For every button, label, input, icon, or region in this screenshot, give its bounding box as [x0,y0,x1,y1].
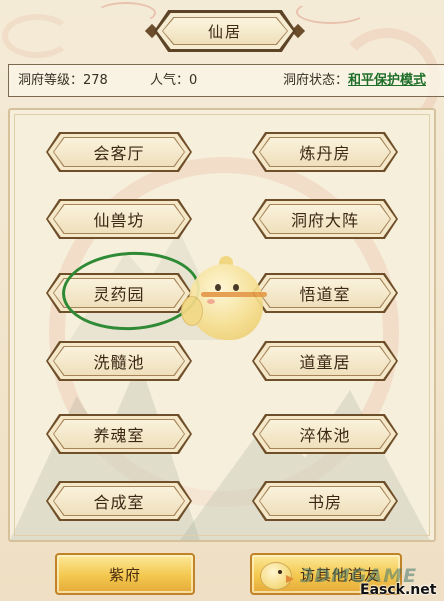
chick-mascot-icon[interactable] [181,253,269,344]
chick-icon-beak [286,575,294,583]
soul-nurturing-room-button[interactable]: 养魂室 [46,414,192,454]
room-label: 合成室 [54,487,184,515]
room-label: 淬体池 [260,420,390,448]
popularity: 人气：0 [150,73,197,89]
acolyte-quarters-button[interactable]: 道童居 [252,341,398,381]
watermark-site: Easck.net [360,582,437,598]
beast-workshop-button[interactable]: 仙兽坊 [46,199,192,239]
synthesis-room-button[interactable]: 合成室 [46,481,192,521]
zifu-button[interactable]: 紫府 [55,553,195,595]
cave-formation-button[interactable]: 洞府大阵 [252,199,398,239]
reception-hall-button[interactable]: 会客厅 [46,132,192,172]
mascot-wing [181,296,203,326]
cave-status: 洞府状态：和平保护模式 [283,73,426,89]
zifu-button-label: 紫府 [108,565,141,584]
room-label: 养魂室 [54,420,184,448]
room-label: 洞府大阵 [260,205,390,233]
study-room-button[interactable]: 书房 [252,481,398,521]
background-swirl [2,14,72,58]
body-tempering-pool-button[interactable]: 淬体池 [252,414,398,454]
mascot-eye [215,284,221,291]
room-label: 道童居 [260,347,390,375]
chick-icon [256,558,296,592]
alchemy-room-button[interactable]: 炼丹房 [252,132,398,172]
popularity-label: 人气： [150,73,190,88]
cave-status-link[interactable]: 和平保护模式 [348,73,426,88]
page-title: 仙居 [207,22,242,41]
room-label: 仙兽坊 [54,205,184,233]
background-swirl [296,0,366,24]
cave-level-label: 洞府等级： [18,73,84,88]
mascot-beak [201,292,267,297]
mascot-cheek [207,299,215,304]
info-bar: 洞府等级：278 人气：0 洞府状态：和平保护模式 [8,64,444,97]
enlightenment-room-button[interactable]: 悟道室 [252,273,398,313]
room-label: 会客厅 [54,138,184,166]
room-label: 灵药园 [54,279,184,307]
room-label: 炼丹房 [260,138,390,166]
room-label: 悟道室 [260,279,390,307]
mascot-eye [233,284,239,291]
chick-icon-eye [278,570,282,574]
room-label: 书房 [260,487,390,515]
room-label: 洗髓池 [54,347,184,375]
cave-level-value: 278 [83,73,108,88]
cave-level: 洞府等级：278 [18,73,108,89]
cave-status-label: 洞府状态： [283,73,349,88]
marrow-pool-button[interactable]: 洗髓池 [46,341,192,381]
herb-garden-button[interactable]: 灵药园 [46,273,192,313]
popularity-value: 0 [189,73,198,88]
title-banner: 仙居 [144,10,306,52]
